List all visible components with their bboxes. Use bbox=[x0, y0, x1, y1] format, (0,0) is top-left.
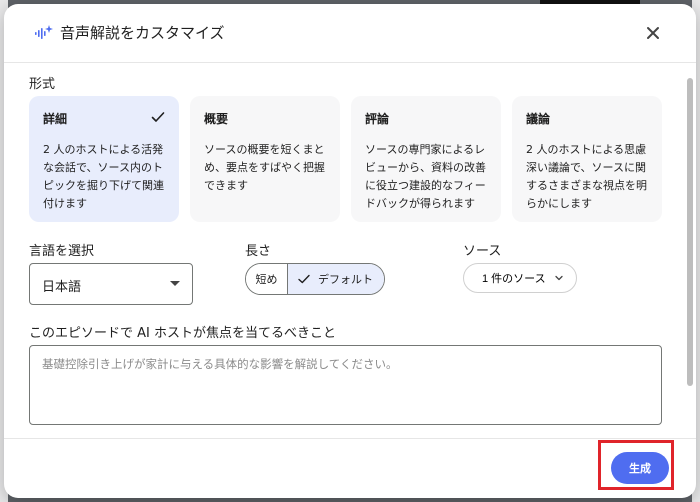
length-option-short[interactable]: 短め bbox=[246, 264, 288, 294]
focus-input[interactable] bbox=[29, 345, 662, 425]
card-title: 詳細 bbox=[43, 112, 68, 126]
close-icon bbox=[647, 27, 659, 39]
customize-audio-dialog: 音声解説をカスタマイズ 形式 詳細 2 人のホストによる活発な会話で、ソース内の… bbox=[4, 4, 696, 498]
length-option-label: 短め bbox=[255, 273, 278, 286]
card-title: 評論 bbox=[365, 112, 390, 126]
format-card-brief[interactable]: 概要 ソースの概要を短くまとめ、要点をすばやく把握できます bbox=[190, 96, 340, 222]
source-select-button[interactable]: 1 件のソース bbox=[463, 263, 577, 293]
card-description: 2 人のホストによる思慮深い議論で、ソースに関するさまざまな視点を明らかにします bbox=[526, 143, 647, 210]
chevron-down-icon bbox=[554, 275, 563, 281]
caret-down-icon bbox=[170, 281, 180, 286]
format-card-detail[interactable]: 詳細 2 人のホストによる活発な会話で、ソース内のトピックを掘り下げて関連付けま… bbox=[29, 96, 179, 222]
audio-sparkle-icon bbox=[35, 25, 53, 39]
card-description: ソースの専門家によるレビューから、資料の改善に役立つ建設的なフィードバックが得ら… bbox=[365, 143, 486, 210]
language-select[interactable]: 日本語 bbox=[29, 263, 193, 305]
close-button[interactable] bbox=[640, 20, 666, 46]
footer-divider bbox=[4, 438, 696, 439]
format-card-critique[interactable]: 評論 ソースの専門家によるレビューから、資料の改善に役立つ建設的なフィードバック… bbox=[351, 96, 501, 222]
card-description: ソースの概要を短くまとめ、要点をすばやく把握できます bbox=[204, 143, 325, 192]
format-label: 形式 bbox=[29, 77, 56, 92]
check-icon bbox=[298, 274, 310, 284]
language-value: 日本語 bbox=[42, 280, 82, 295]
dialog-header: 音声解説をカスタマイズ bbox=[4, 4, 696, 62]
source-button-label: 1 件のソース bbox=[482, 273, 546, 285]
length-toggle: 短め デフォルト bbox=[245, 263, 385, 295]
length-label: 長さ bbox=[245, 244, 272, 259]
source-label: ソース bbox=[463, 244, 502, 259]
header-divider bbox=[4, 62, 696, 63]
card-title: 議論 bbox=[526, 112, 551, 126]
card-title: 概要 bbox=[204, 112, 229, 126]
length-option-label: デフォルト bbox=[318, 273, 373, 286]
length-option-default[interactable]: デフォルト bbox=[288, 264, 384, 294]
focus-label: このエピソードで AI ホストが焦点を当てるべきこと bbox=[29, 326, 336, 341]
format-card-debate[interactable]: 議論 2 人のホストによる思慮深い議論で、ソースに関するさまざまな視点を明らかに… bbox=[512, 96, 662, 222]
scrollbar-thumb[interactable] bbox=[687, 78, 693, 386]
check-icon bbox=[151, 112, 165, 122]
format-cards: 詳細 2 人のホストによる活発な会話で、ソース内のトピックを掘り下げて関連付けま… bbox=[29, 96, 665, 222]
language-label: 言語を選択 bbox=[29, 244, 95, 259]
generate-button[interactable]: 生成 bbox=[611, 452, 669, 484]
dialog-title: 音声解説をカスタマイズ bbox=[60, 24, 225, 42]
card-description: 2 人のホストによる活発な会話で、ソース内のトピックを掘り下げて関連付けます bbox=[43, 143, 164, 210]
